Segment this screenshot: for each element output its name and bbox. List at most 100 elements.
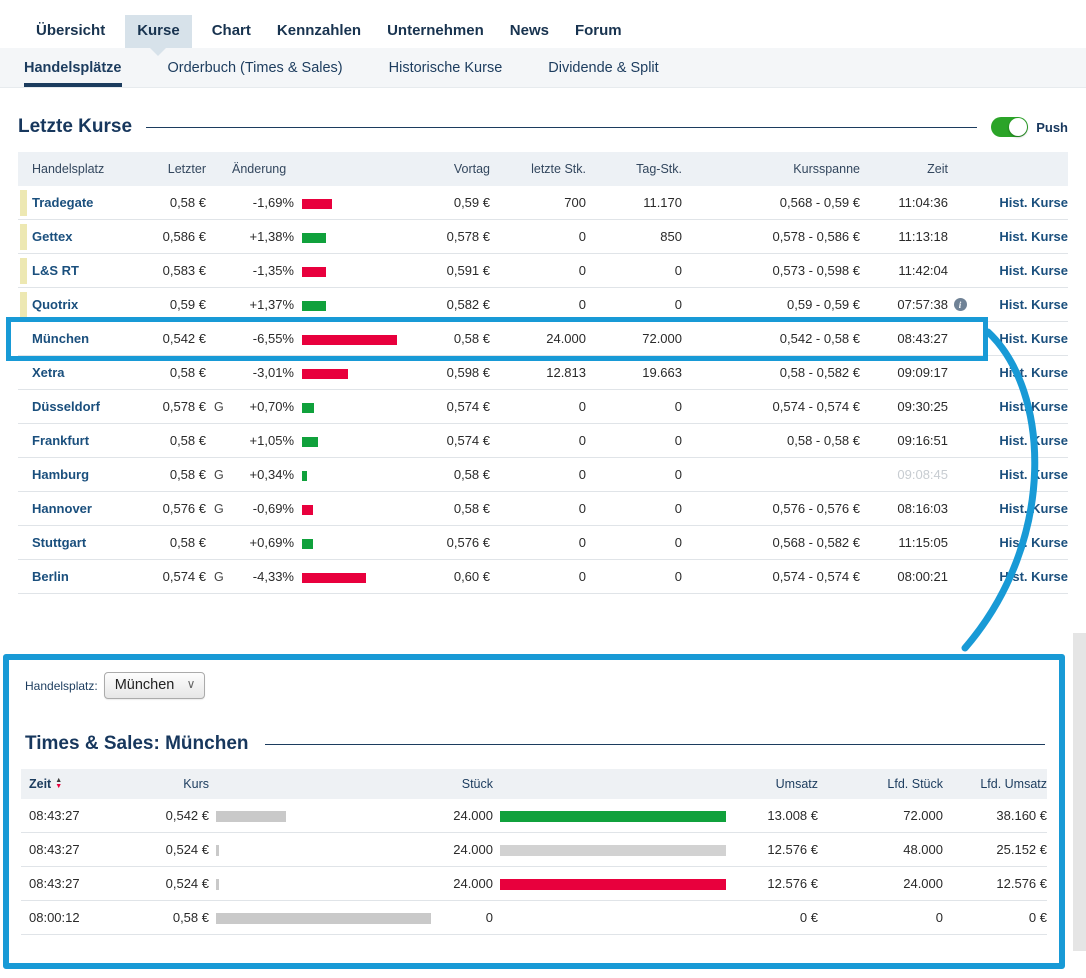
subnav-tab-handelsplaetze[interactable]: Handelsplätze [24,48,122,87]
cell-umsatz: 13.008 € [733,808,818,823]
venue-link[interactable]: Quotrix [32,297,134,312]
trade-row: 08:00:12 0,58 € 0 0 € 0 0 € [21,901,1047,935]
cell-kurs: 0,542 € [101,808,209,823]
nav-tab-kennzahlen[interactable]: Kennzahlen [271,15,367,48]
col-lfd-umsatz: Lfd. Umsatz [943,777,1047,791]
cell-lfd-stueck: 0 [818,910,943,925]
scrollbar[interactable] [1073,633,1086,951]
chevron-down-icon: ∨ [187,677,196,691]
cell-letzte-stk: 0 [490,297,586,312]
nav-tab-uebersicht[interactable]: Übersicht [30,15,111,48]
hist-kurse-link[interactable]: Hist. Kurse [972,195,1068,210]
cell-zeit: 11:04:36 [860,195,948,210]
change-bar [302,573,366,583]
hist-kurse-link[interactable]: Hist. Kurse [972,535,1068,550]
cell-stueck: 24.000 [431,808,493,823]
cell-vortag: 0,574 € [410,399,490,414]
cell-vortag: 0,58 € [410,467,490,482]
hist-kurse-link[interactable]: Hist. Kurse [972,365,1068,380]
cell-vortag: 0,60 € [410,569,490,584]
hist-kurse-link[interactable]: Hist. Kurse [972,399,1068,414]
cell-tag-stk: 11.170 [586,195,682,210]
venue-link[interactable]: Frankfurt [32,433,134,448]
venue-link[interactable]: Düsseldorf [32,399,134,414]
venue-link[interactable]: Xetra [32,365,134,380]
venue-link[interactable]: Gettex [32,229,134,244]
cell-lfd-stueck: 24.000 [818,876,943,891]
times-sales-title: Times & Sales: München [25,733,249,755]
subnav-tab-dividende-split[interactable]: Dividende & Split [548,48,658,87]
table-row: Stuttgart 0,58 € +0,69% 0,576 € 0 0 0,56… [18,526,1068,560]
push-toggle[interactable] [991,117,1028,137]
col-umsatz: Umsatz [733,777,818,791]
stueck-bar [500,845,726,856]
table-row: Xetra 0,58 € -3,01% 0,598 € 12.813 19.66… [18,356,1068,390]
handelsplatz-filter-label: Handelsplatz: [25,679,98,693]
col-handelsplatz: Handelsplatz [32,162,134,176]
cell-vortag: 0,598 € [410,365,490,380]
hist-kurse-link[interactable]: Hist. Kurse [972,331,1068,346]
cell-tag-stk: 0 [586,569,682,584]
cell-letzte-stk: 0 [490,229,586,244]
venue-link[interactable]: Stuttgart [32,535,134,550]
table-row: Tradegate 0,58 € -1,69% 0,59 € 700 11.17… [18,186,1068,220]
cell-vortag: 0,59 € [410,195,490,210]
hist-kurse-link[interactable]: Hist. Kurse [972,297,1068,312]
cell-letzte-stk: 0 [490,433,586,448]
cell-tag-stk: 0 [586,399,682,414]
cell-umsatz: 0 € [733,910,818,925]
nav-tab-forum[interactable]: Forum [569,15,628,48]
cell-tag-stk: 72.000 [586,331,682,346]
cell-letzter: 0,574 € [134,569,206,584]
cell-letzter: 0,542 € [134,331,206,346]
hist-kurse-link[interactable]: Hist. Kurse [972,569,1068,584]
cell-vortag: 0,574 € [410,433,490,448]
nav-tab-news[interactable]: News [504,15,555,48]
change-bar [302,505,313,515]
cell-tag-stk: 0 [586,467,682,482]
col-zeit-sort[interactable]: Zeit ▲ ▼ [21,777,101,791]
cell-letzter: 0,59 € [134,297,206,312]
stueck-bar [500,811,726,822]
subnav-tab-orderbuch[interactable]: Orderbuch (Times & Sales) [168,48,343,87]
cell-letzte-stk: 0 [490,535,586,550]
venue-link[interactable]: Hannover [32,501,134,516]
sort-icon: ▲ ▼ [55,778,62,790]
cell-kursspanne: 0,58 - 0,582 € [682,365,860,380]
hist-kurse-link[interactable]: Hist. Kurse [972,467,1068,482]
cell-zeit: 08:43:27 [21,876,101,891]
cell-letzte-stk: 0 [490,569,586,584]
change-bar [302,369,348,379]
hist-kurse-link[interactable]: Hist. Kurse [972,433,1068,448]
cell-tag-stk: 19.663 [586,365,682,380]
change-bar [302,199,332,209]
cell-letzter: 0,58 € [134,433,206,448]
cell-flag: G [206,400,232,414]
realtime-marker [20,190,27,216]
change-bar [302,267,326,277]
nav-tab-unternehmen[interactable]: Unternehmen [381,15,490,48]
handelsplatz-select[interactable]: München ∨ [104,672,206,699]
nav-tab-chart[interactable]: Chart [206,15,257,48]
cell-letzte-stk: 0 [490,467,586,482]
hist-kurse-link[interactable]: Hist. Kurse [972,229,1068,244]
col-letzter: Letzter [134,162,206,176]
cell-kursspanne: 0,576 - 0,576 € [682,501,860,516]
hist-kurse-link[interactable]: Hist. Kurse [972,263,1068,278]
table-header: Handelsplatz Letzter Änderung Vortag let… [18,152,1068,186]
cell-zeit: 09:09:17 [860,365,948,380]
cell-lfd-umsatz: 38.160 € [943,808,1047,823]
cell-letzte-stk: 24.000 [490,331,586,346]
trade-row: 08:43:27 0,524 € 24.000 12.576 € 24.000 … [21,867,1047,901]
venue-link[interactable]: Berlin [32,569,134,584]
info-icon[interactable]: i [954,298,967,311]
venue-link[interactable]: München [32,331,134,346]
nav-tab-kurse[interactable]: Kurse [125,15,192,48]
venue-link[interactable]: Hamburg [32,467,134,482]
change-bar [302,539,313,549]
subnav-tab-historische-kurse[interactable]: Historische Kurse [389,48,503,87]
venue-link[interactable]: L&S RT [32,263,134,278]
hist-kurse-link[interactable]: Hist. Kurse [972,501,1068,516]
venue-link[interactable]: Tradegate [32,195,134,210]
cell-kurs: 0,524 € [101,842,209,857]
